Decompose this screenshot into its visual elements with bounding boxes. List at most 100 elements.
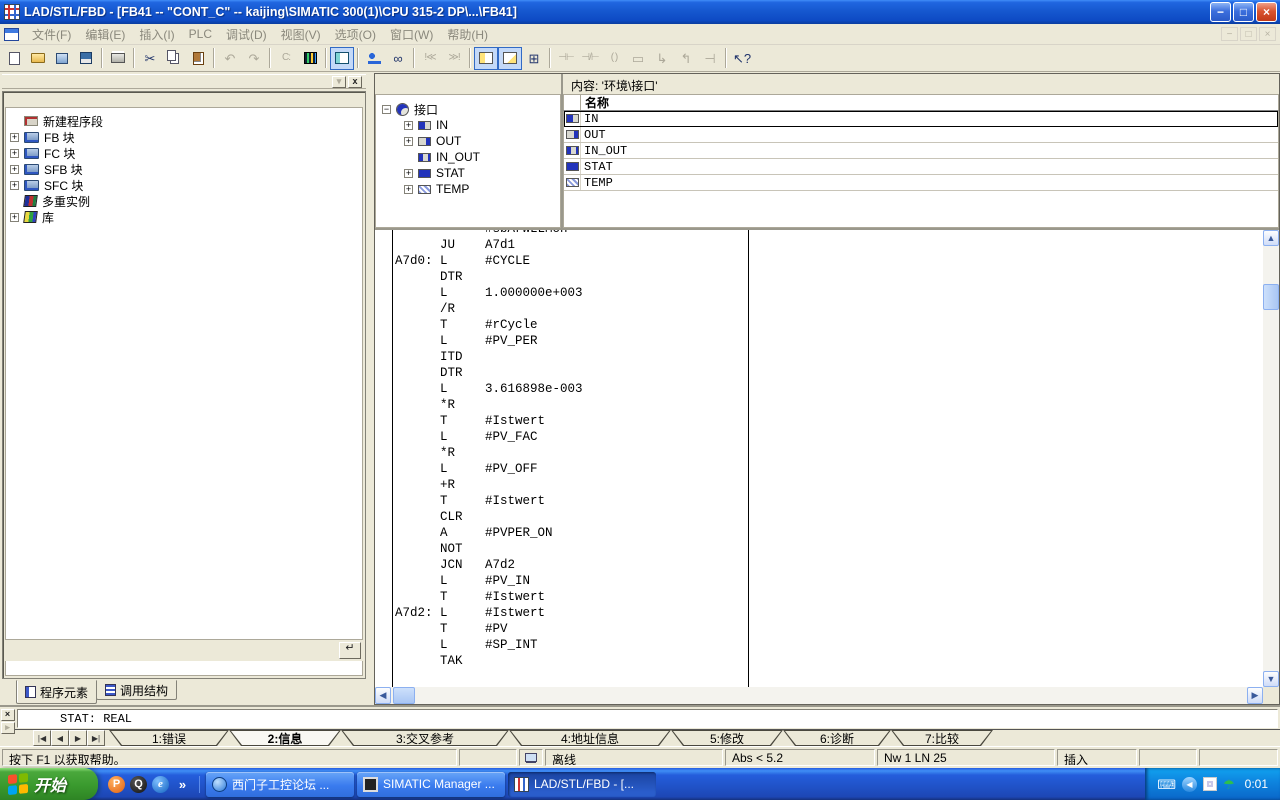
copy-button[interactable] <box>162 47 186 70</box>
child-minimize-button[interactable]: − <box>1221 27 1238 41</box>
next-error-button[interactable]: ▸ <box>1 722 15 734</box>
expand-icon[interactable]: + <box>10 133 19 142</box>
menu-view[interactable]: 视图(V) <box>274 24 328 45</box>
panel-splitter[interactable] <box>366 72 374 705</box>
output-tab[interactable]: 5:修改 <box>671 730 783 746</box>
t-branch-button[interactable]: ⊣ <box>698 47 722 70</box>
stl-editor[interactable]: = #sbArwLLMon JU A7d1 A7d0: L #CYCLE DTR… <box>375 230 1263 687</box>
interface-item[interactable]: + TEMP <box>382 181 558 197</box>
expand-icon[interactable]: + <box>404 169 413 178</box>
tree-item[interactable]: + FB 块 <box>10 129 360 145</box>
comment-column-divider[interactable] <box>748 230 749 687</box>
cut-button[interactable]: ✂ <box>138 47 162 70</box>
scroll-up-button[interactable]: ▲ <box>1263 230 1279 246</box>
output-tab[interactable]: 2:信息 <box>229 730 341 746</box>
panel-close-button[interactable]: x <box>348 76 362 88</box>
child-restore-button[interactable]: □ <box>1240 27 1257 41</box>
menu-window[interactable]: 窗口(W) <box>383 24 440 45</box>
vertical-scroll-thumb[interactable] <box>1263 284 1279 310</box>
next-tab-button[interactable]: ▶ <box>69 730 87 746</box>
quick-launch-icon[interactable]: Q <box>130 776 147 793</box>
table-row[interactable]: OUT <box>564 127 1278 143</box>
tree-item[interactable]: 新建程序段 <box>10 113 360 129</box>
expand-icon[interactable]: + <box>10 149 19 158</box>
output-tab[interactable]: 4:地址信息 <box>509 730 671 746</box>
open-block-button[interactable] <box>50 47 74 70</box>
table-row[interactable]: IN <box>564 111 1278 127</box>
previous-network-button[interactable]: !≪ <box>418 47 442 70</box>
open-button[interactable] <box>26 47 50 70</box>
tree-item[interactable]: 多重实例 <box>10 193 360 209</box>
jump-to-position-button[interactable]: ↵ <box>339 642 361 659</box>
assign-symbols-button[interactable] <box>362 47 386 70</box>
interface-tree[interactable]: − 接口 + IN <box>375 94 561 228</box>
tree-item[interactable]: + SFC 块 <box>10 177 360 193</box>
expand-icon[interactable]: + <box>10 181 19 190</box>
download-button[interactable] <box>298 47 322 70</box>
menu-file[interactable]: 文件(F) <box>25 24 78 45</box>
task-button[interactable]: 西门子工控论坛 ... <box>206 772 354 797</box>
antivirus-umbrella-icon[interactable]: ☂ <box>1223 778 1235 791</box>
print-button[interactable] <box>106 47 130 70</box>
menu-plc[interactable]: PLC <box>182 25 219 43</box>
interface-root[interactable]: − 接口 <box>382 101 558 117</box>
insert-contact-nc-button[interactable]: ⊣/⊢ <box>578 47 602 70</box>
hide-icons-chevron[interactable]: ◀ <box>1182 777 1197 792</box>
horizontal-scroll-track[interactable] <box>391 687 1247 704</box>
menu-insert[interactable]: 插入(I) <box>132 24 181 45</box>
interface-item[interactable]: + STAT <box>382 165 558 181</box>
panel-dropdown-button[interactable]: ▾ <box>332 76 346 88</box>
stl-code[interactable]: = #sbArwLLMon JU A7d1 A7d0: L #CYCLE DTR… <box>375 230 583 669</box>
quick-launch-icon[interactable]: P <box>108 776 125 793</box>
tree-item[interactable]: + SFB 块 <box>10 161 360 177</box>
first-tab-button[interactable]: |◀ <box>33 730 51 746</box>
open-branch-button[interactable]: ↳ <box>650 47 674 70</box>
expand-icon[interactable]: + <box>404 185 413 194</box>
collapse-icon[interactable]: − <box>382 105 391 114</box>
tray-app-icon[interactable] <box>1203 777 1217 791</box>
vertical-scrollbar[interactable]: ▲ ▼ <box>1263 230 1279 687</box>
table-row[interactable]: IN_OUT <box>564 143 1278 159</box>
tree-item[interactable]: + FC 块 <box>10 145 360 161</box>
expand-icon[interactable]: + <box>404 121 413 130</box>
output-tab[interactable]: 7:比较 <box>891 730 993 746</box>
redo-button[interactable]: ↷ <box>242 47 266 70</box>
close-button[interactable]: × <box>1256 2 1277 22</box>
scroll-right-button[interactable]: ▶ <box>1247 687 1263 704</box>
interface-item[interactable]: IN_OUT <box>382 149 558 165</box>
expand-icon[interactable]: + <box>10 213 19 222</box>
next-network-button[interactable]: ≫! <box>442 47 466 70</box>
new-network-button[interactable]: ⊞ <box>522 47 546 70</box>
expand-icon[interactable]: + <box>10 165 19 174</box>
address-button[interactable]: C: <box>274 47 298 70</box>
paste-button[interactable] <box>186 47 210 70</box>
tree-item[interactable]: + 库 <box>10 209 360 225</box>
view-overview-button[interactable] <box>474 47 498 70</box>
table-row[interactable]: STAT <box>564 159 1278 175</box>
interface-item[interactable]: + OUT <box>382 133 558 149</box>
output-tab[interactable]: 6:诊断 <box>783 730 891 746</box>
save-button[interactable] <box>74 47 98 70</box>
mdi-child-icon[interactable] <box>4 28 19 41</box>
output-tab[interactable]: 1:错误 <box>109 730 229 746</box>
insert-contact-button[interactable]: ⊣⊢ <box>554 47 578 70</box>
menu-debug[interactable]: 调试(D) <box>219 24 274 45</box>
tab-call-structure[interactable]: 调用结构 <box>96 680 177 700</box>
overview-toggle-button[interactable] <box>330 47 354 70</box>
close-branch-button[interactable]: ↰ <box>674 47 698 70</box>
task-button[interactable]: SIMATIC Manager ... <box>357 772 505 797</box>
quick-launch-icon[interactable]: e <box>152 776 169 793</box>
menu-edit[interactable]: 编辑(E) <box>78 24 132 45</box>
horizontal-scroll-thumb[interactable] <box>393 687 415 704</box>
tab-program-elements[interactable]: 程序元素 <box>16 680 97 704</box>
quick-launch-icon[interactable]: » <box>174 776 191 793</box>
output-close-button[interactable]: × <box>1 709 15 721</box>
keyboard-layout-icon[interactable]: ⌨ <box>1157 778 1176 791</box>
menu-options[interactable]: 选项(O) <box>328 24 383 45</box>
child-close-button[interactable]: × <box>1259 27 1276 41</box>
view-detail-button[interactable] <box>498 47 522 70</box>
insert-coil-button[interactable]: ( ) <box>602 47 626 70</box>
program-elements-tree[interactable]: 新建程序段 + FB 块 + FC 块 <box>5 107 363 640</box>
undo-button[interactable]: ↶ <box>218 47 242 70</box>
expand-icon[interactable]: + <box>404 137 413 146</box>
